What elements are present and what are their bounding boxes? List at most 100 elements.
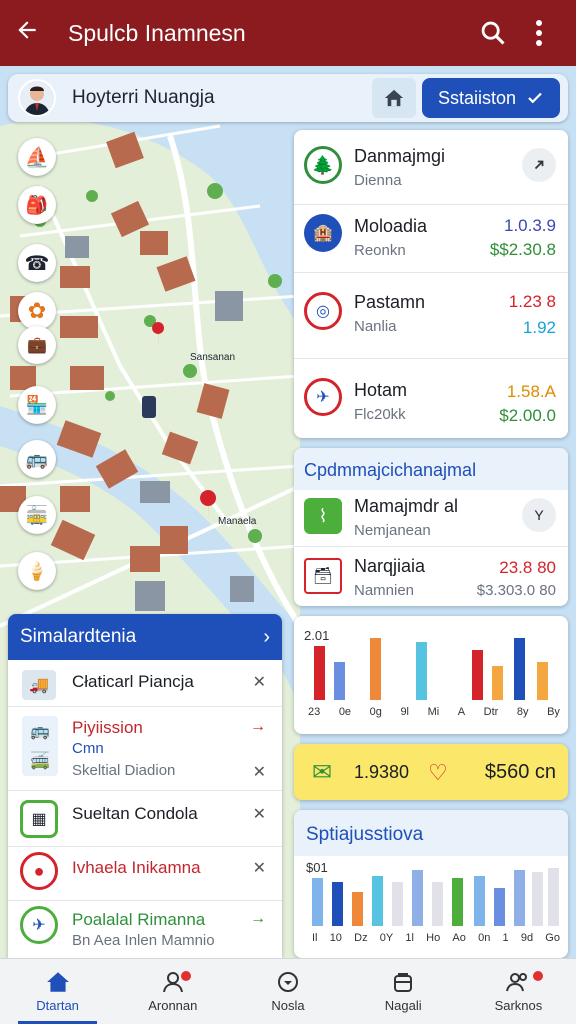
summary-value: 23.8 80 (499, 558, 556, 577)
bus-icon: 🚌 (25, 448, 49, 469)
plane-icon: ✈ (20, 906, 58, 944)
status-label: Sstaiiston (437, 87, 517, 108)
notification-badge (532, 971, 543, 981)
place-price: 1.92 (522, 318, 556, 337)
chart1-bar (537, 662, 548, 700)
chart2-tick: Ao (452, 932, 466, 944)
nav-bag[interactable]: Nagali (346, 959, 461, 1024)
poi-flower[interactable]: ✿ (18, 292, 56, 330)
nav-explore[interactable]: Nosla (230, 959, 345, 1024)
transit-item-sub: Bn Aea Inlen Mamnio (72, 932, 215, 949)
home-icon (46, 972, 69, 992)
poi-telephone[interactable]: ☎ (18, 244, 56, 282)
chart1-bar (492, 666, 503, 700)
bottom-nav: Dtartan Aronnan Nosla Nagali Sarknos (0, 958, 576, 1024)
total-card[interactable]: ✉ 1.9380 ♡ $560 cn (294, 744, 568, 800)
chart2-bar (312, 878, 323, 926)
total-right: $560 cn (484, 761, 556, 783)
bus-tram-icon: 🚌 🚎 (22, 716, 58, 776)
chart2-tick: 10 (329, 932, 342, 944)
chart2-bar (372, 876, 383, 926)
summary-row-title: Narqjiaia (354, 556, 426, 576)
summary-price: $3.303.0 80 (476, 582, 556, 599)
chart1-axis: 23 0e 0g 9l Mi A Dtr 8y By (308, 706, 560, 718)
chart2-bar (432, 882, 443, 926)
chart2-bar (452, 878, 463, 926)
poi-sailboat[interactable]: ⛵ (18, 138, 56, 176)
transit-item-title: Cłaticarl Piancja (72, 672, 194, 691)
place-title: Moloadia (354, 216, 428, 236)
heart-icon[interactable]: ♡ (428, 760, 448, 786)
poi-icecream[interactable]: 🍦 (18, 552, 56, 590)
back-button[interactable] (14, 17, 48, 49)
summary-row-sub: Namnien (354, 582, 415, 599)
transit-item-title: Poalalal Rimanna (72, 910, 206, 929)
summary-row-sub: Nemjanean (354, 522, 431, 539)
truck-icon: 🚚 (22, 670, 56, 700)
transit-item-title: Ivhaela Inikamna (72, 858, 201, 877)
chart2-tick: Dz (354, 932, 368, 944)
chart2-bar (332, 882, 343, 926)
summary-card: Cpdmmajcichanajmal ⌇ Mamajmdr al Nemjane… (294, 448, 568, 606)
arrow-icon[interactable]: → (250, 718, 266, 736)
place-value: 1.58.A (506, 382, 556, 401)
bag-icon: 💼 (27, 337, 47, 354)
flower-icon: ✿ (27, 298, 47, 323)
place-value: 1.0.3.9 (504, 216, 556, 235)
poi-shop[interactable]: 🏪 (18, 386, 56, 424)
place-price: $$2.30.8 (489, 240, 556, 259)
user-name: Hoyterri Nuangja (72, 87, 215, 108)
nav-label: Dtartan (36, 998, 79, 1013)
chart1-tick: By (547, 706, 560, 718)
arrow-icon[interactable]: → (250, 910, 266, 928)
transit-header[interactable]: Simalardtenia › (8, 614, 282, 660)
chart1-tick: Mi (427, 706, 440, 718)
nav-home[interactable]: Dtartan (0, 959, 115, 1024)
nav-people[interactable]: Sarknos (461, 959, 576, 1024)
poi-tram[interactable]: 🚋 (18, 496, 56, 534)
ice-cream-icon: 🍦 (25, 560, 49, 581)
search-icon (481, 21, 505, 45)
place-value: 1.23 8 (508, 292, 556, 311)
home-icon (384, 89, 404, 107)
chart2-bar (392, 882, 403, 926)
chart2-bar (514, 870, 525, 926)
poi-bag[interactable]: 💼 (18, 326, 56, 364)
chart1-tick: A (457, 706, 466, 718)
close-icon[interactable]: ✕ (253, 762, 266, 782)
chart1-tick: 23 (308, 706, 321, 718)
poi-bus[interactable]: 🚌 (18, 440, 56, 478)
chart2-bar (474, 876, 485, 926)
compass-icon (278, 972, 298, 992)
transit-item-title: Sueltan Condola (72, 804, 198, 823)
poi-backpack[interactable]: 🎒 (18, 186, 56, 224)
nav-label: Sarknos (494, 998, 543, 1013)
place-icon: 🏨 (304, 214, 342, 252)
location-icon: ● (20, 852, 58, 890)
close-icon[interactable]: ✕ (253, 858, 266, 878)
search-button[interactable] (470, 19, 516, 47)
chart1-bar (314, 646, 325, 700)
summary-action-button[interactable]: Y (522, 498, 556, 532)
more-button[interactable] (516, 20, 562, 46)
notification-badge (181, 971, 192, 981)
chart1-bar (370, 638, 381, 700)
nav-account[interactable]: Aronnan (115, 959, 230, 1024)
chart-card-2: Sptiajusstiova $01 Il 10 Dz 0Y 1l Ho Ao … (294, 810, 568, 958)
home-button[interactable] (372, 78, 416, 118)
close-icon[interactable]: ✕ (253, 672, 266, 692)
close-icon[interactable]: ✕ (253, 804, 266, 824)
place-title: Pastamn (354, 292, 426, 312)
place-filter-button[interactable] (522, 148, 556, 182)
telephone-icon: ☎ (24, 252, 50, 275)
check-icon (528, 92, 542, 104)
status-button[interactable]: Sstaiiston (422, 78, 560, 118)
avatar[interactable] (18, 79, 56, 117)
chart1-tick: Dtr (483, 706, 499, 718)
chart2-tick: 0Y (379, 932, 394, 944)
bag-icon (394, 973, 413, 992)
chart2-tick: Go (545, 932, 560, 944)
chart1-tick: 9l (400, 706, 409, 718)
map-grid-icon: ▦ (20, 800, 58, 838)
places-card: 🌲 Danmajmgi Dienna 🏨 Moloadia Reonkn 1.0… (294, 130, 568, 438)
